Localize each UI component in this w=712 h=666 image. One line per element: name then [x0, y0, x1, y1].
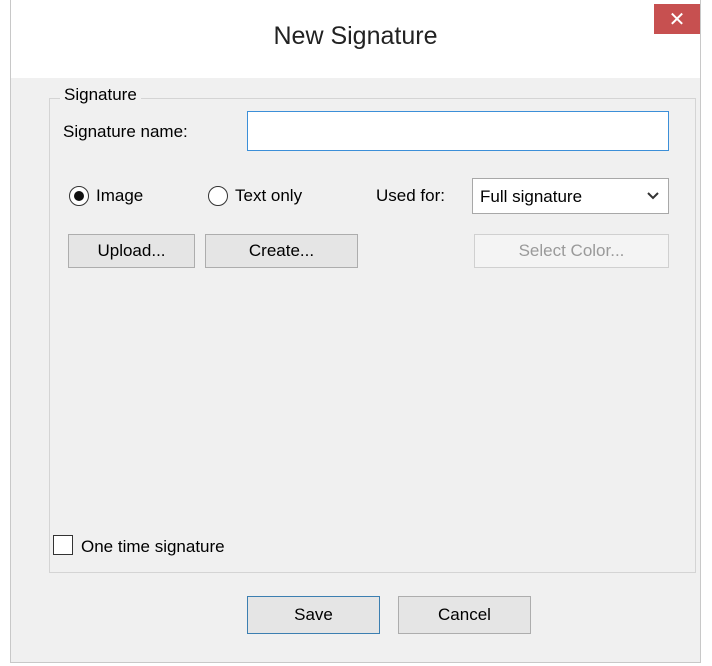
upload-button[interactable]: Upload... [68, 234, 195, 268]
cancel-button[interactable]: Cancel [398, 596, 531, 634]
one-time-signature-checkbox[interactable] [53, 535, 73, 555]
used-for-select[interactable]: Full signature [472, 178, 669, 214]
image-radio[interactable] [69, 186, 89, 206]
signature-name-label: Signature name: [63, 122, 188, 141]
save-button[interactable]: Save [247, 596, 380, 634]
image-radio-label[interactable]: Image [96, 186, 143, 206]
text-only-radio-label[interactable]: Text only [235, 186, 302, 206]
new-signature-dialog: New Signature ✕ Signature Signature name… [10, 0, 701, 663]
signature-groupbox [49, 98, 696, 573]
text-only-radio[interactable] [208, 186, 228, 206]
used-for-label: Used for: [376, 186, 445, 205]
select-color-button[interactable]: Select Color... [474, 234, 669, 268]
create-button[interactable]: Create... [205, 234, 358, 268]
radio-selected-dot [74, 191, 84, 201]
one-time-signature-label[interactable]: One time signature [81, 537, 225, 557]
dialog-title: New Signature [273, 22, 438, 50]
signature-group-legend: Signature [60, 85, 141, 105]
chevron-down-icon [646, 185, 660, 210]
used-for-value: Full signature [480, 187, 583, 206]
title-bar: New Signature ✕ [11, 0, 700, 78]
close-icon: ✕ [668, 8, 686, 31]
close-button[interactable]: ✕ [654, 4, 700, 34]
signature-name-input[interactable] [247, 111, 669, 151]
